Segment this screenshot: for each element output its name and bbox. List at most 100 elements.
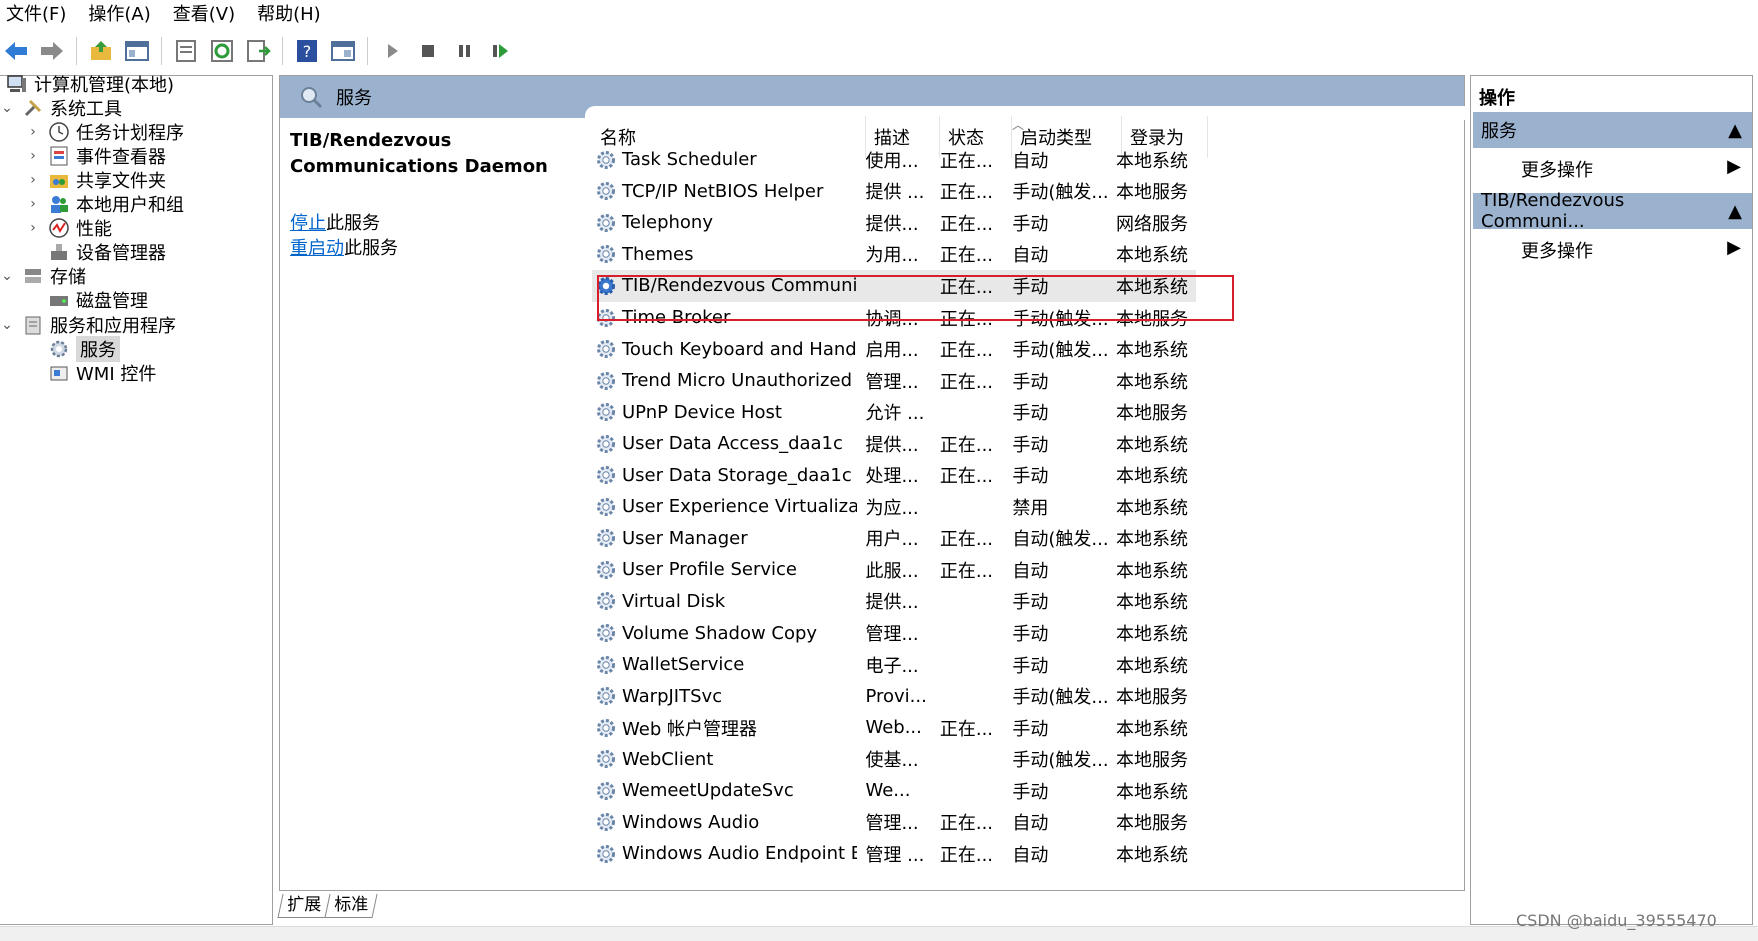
tree-item[interactable]: › 任务计划程序 — [26, 118, 184, 145]
chevron-right-icon[interactable]: › — [26, 220, 40, 236]
tree-item[interactable]: 磁盘管理 — [26, 287, 148, 314]
tree-item[interactable]: 设备管理器 — [26, 239, 166, 266]
service-name: Windows Biometric Service — [622, 875, 857, 876]
properties-icon[interactable] — [172, 37, 200, 65]
service-logon-as: 本地系统 — [1115, 150, 1188, 172]
forward-icon[interactable] — [38, 37, 66, 65]
service-gear-icon — [594, 526, 618, 550]
service-status: 正在... — [939, 371, 994, 393]
service-name: WebClient — [622, 748, 714, 770]
actions-section-services[interactable]: 服务 ▲ — [1473, 112, 1752, 148]
chevron-right-icon[interactable]: › — [26, 124, 40, 140]
tab-extended[interactable]: 扩展 — [277, 894, 331, 918]
up-folder-icon[interactable] — [87, 37, 115, 65]
service-description: 允许 ... — [865, 403, 925, 425]
service-row[interactable]: WemeetUpdateSvc We... 手动 本地系统 — [592, 775, 1196, 807]
tree-item[interactable]: WMI 控件 — [26, 359, 156, 386]
menu-file[interactable]: 文件(F) — [0, 0, 72, 30]
service-row[interactable]: Telephony 提供... 正在... 手动 网络服务 — [592, 207, 1196, 239]
service-row[interactable]: WarpJITSvc Provi... 手动(触发... 本地服务 — [592, 680, 1196, 712]
service-row[interactable]: Windows Biometric ServiceWi...正在...自动(触发… — [592, 870, 1196, 876]
menu-help[interactable]: 帮助(H) — [251, 0, 327, 30]
service-description: 提供 ... — [865, 182, 925, 204]
tree-item-label: WMI 控件 — [76, 363, 157, 385]
show-action-pane-icon[interactable] — [329, 37, 357, 65]
service-status: 正在... — [930, 872, 1001, 876]
service-gear-icon — [594, 747, 618, 771]
chevron-down-icon[interactable]: ⌄ — [0, 317, 14, 333]
service-row[interactable]: Virtual Disk 提供... 手动 本地系统 — [592, 586, 1196, 618]
service-gear-icon — [594, 400, 618, 424]
tree-item[interactable]: › 共享文件夹 — [26, 166, 166, 193]
service-gear-icon — [594, 242, 618, 266]
service-row[interactable]: Windows Audio Endpoint B... 管理 ... 正在... 自动… — [592, 838, 1196, 870]
service-row[interactable]: Touch Keyboard and Hand... 启用... 正在... 手动(触… — [592, 333, 1196, 365]
menu-view[interactable]: 查看(V) — [167, 0, 241, 30]
service-startup-type: 自动 — [1012, 844, 1049, 866]
menu-action[interactable]: 操作(A) — [82, 0, 156, 30]
tree-item[interactable]: 计算机管理(本地) — [0, 70, 174, 97]
service-name-cell: Virtual Disk — [592, 589, 857, 613]
service-description: 用户... — [865, 529, 919, 551]
service-name-cell: Windows Audio — [592, 810, 857, 834]
tab-standard[interactable]: 标准 — [324, 894, 378, 918]
back-icon[interactable] — [2, 37, 30, 65]
restart-service-link[interactable]: 重启动 — [290, 238, 344, 259]
service-description: 电子... — [865, 655, 919, 677]
tree-item[interactable]: › 事件查看器 — [26, 142, 166, 169]
service-row[interactable]: Themes 为用... 正在... 自动 本地系统 — [592, 239, 1196, 271]
collapse-up-icon[interactable]: ▲ — [1728, 201, 1742, 222]
tree-item[interactable]: ⌄ 系统工具 — [0, 94, 122, 121]
start-service-icon[interactable] — [378, 37, 406, 65]
export-list-icon[interactable] — [244, 37, 272, 65]
service-status: 正在... — [939, 150, 994, 172]
show-hide-console-tree-icon[interactable] — [123, 37, 151, 65]
collapse-up-icon[interactable]: ▲ — [1728, 120, 1742, 141]
service-name: Task Scheduler — [622, 149, 757, 171]
tree-item[interactable]: ⌄ 服务和应用程序 — [0, 311, 176, 338]
service-description: 使基... — [865, 750, 919, 772]
tree-item[interactable]: › 性能 — [26, 215, 112, 242]
tree-item-label: 磁盘管理 — [76, 291, 148, 313]
service-logon-as: 本地系统 — [1115, 371, 1188, 393]
chevron-right-icon[interactable]: › — [26, 148, 40, 164]
stop-service-icon[interactable] — [414, 37, 442, 65]
service-row[interactable]: User Experience Virtualizat... 为应... 禁用 本地系… — [592, 491, 1196, 523]
service-row[interactable]: Windows Audio 管理... 正在... 自动 本地服务 — [592, 807, 1196, 839]
service-row[interactable]: User Data Access_daa1c 提供... 正在... 手动 本地系统 — [592, 428, 1196, 460]
stop-service-link[interactable]: 停止 — [290, 213, 326, 234]
chevron-right-icon[interactable]: › — [26, 172, 40, 188]
stop-service-link-row: 停止此服务 — [290, 209, 380, 235]
service-logon-as: 本地系统 — [1115, 655, 1188, 677]
tree-item[interactable]: 服务 — [26, 335, 120, 362]
service-row[interactable]: Task Scheduler 使用... 正在... 自动 本地系统 — [592, 144, 1196, 176]
actions-section-selected-service[interactable]: TIB/Rendezvous Communi... ▲ — [1473, 190, 1752, 232]
service-row[interactable]: User Profile Service 此服... 正在... 自动 本地系统 — [592, 554, 1196, 586]
service-row[interactable]: TCP/IP NetBIOS Helper 提供 ... 正在... 手动(触发...… — [592, 176, 1196, 208]
service-row[interactable]: User Data Storage_daa1c 处理... 正在... 手动 本地系统 — [592, 460, 1196, 492]
tree-item[interactable]: › 本地用户和组 — [26, 191, 184, 218]
chevron-right-icon[interactable]: › — [26, 196, 40, 212]
chevron-down-icon[interactable]: ⌄ — [0, 268, 14, 284]
service-row[interactable]: WalletService 电子... 手动 本地系统 — [592, 649, 1196, 681]
service-description: 管理... — [865, 371, 919, 393]
tree-item-label: 设备管理器 — [76, 243, 166, 265]
service-logon-as: 本地系统 — [1115, 529, 1188, 551]
restart-service-icon[interactable] — [486, 37, 514, 65]
chevron-down-icon[interactable]: ⌄ — [0, 100, 14, 116]
service-name-cell: User Manager — [592, 526, 857, 550]
service-row[interactable]: Trend Micro Unauthorized ... 管理... 正在... 手动… — [592, 365, 1196, 397]
refresh-icon[interactable] — [208, 37, 236, 65]
service-row[interactable]: User Manager 用户... 正在... 自动(触发... 本地系统 — [592, 523, 1196, 555]
pause-service-icon[interactable] — [450, 37, 478, 65]
service-row[interactable]: WebClient 使基... 手动(触发... 本地服务 — [592, 743, 1196, 775]
more-actions-item[interactable]: 更多操作 ▶ — [1521, 237, 1741, 263]
service-description: Provi... — [865, 685, 927, 707]
service-row[interactable]: Web 帐户管理器 Web... 正在... 手动 本地系统 — [592, 712, 1196, 744]
help-icon[interactable]: ? — [293, 37, 321, 65]
tree-item[interactable]: ⌄ 存储 — [0, 263, 86, 290]
service-row[interactable]: UPnP Device Host 允许 ... 手动 本地服务 — [592, 396, 1196, 428]
service-name: WarpJITSvc — [622, 685, 723, 707]
more-actions-item[interactable]: 更多操作 ▶ — [1521, 156, 1741, 182]
service-row[interactable]: Volume Shadow Copy 管理... 手动 本地系统 — [592, 617, 1196, 649]
